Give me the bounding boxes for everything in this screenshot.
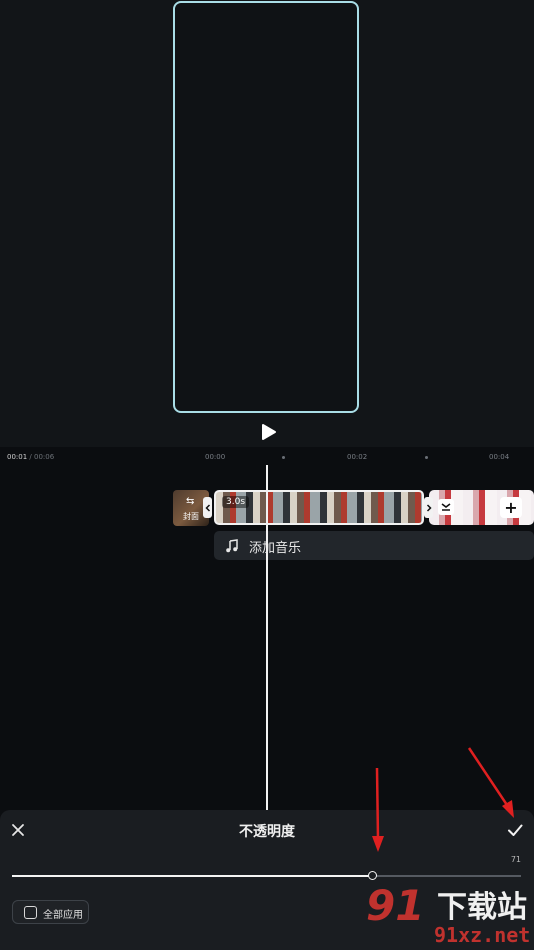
chevron-right-icon: [426, 503, 432, 512]
add-clip-button[interactable]: +: [500, 497, 522, 518]
check-icon[interactable]: [506, 821, 524, 839]
apply-all-button[interactable]: 全部应用: [12, 900, 89, 924]
ruler-tick: 00:04: [489, 453, 510, 461]
ruler-tick: 00:02: [347, 453, 368, 461]
time-readout: 00:01 / 00:06: [7, 453, 55, 461]
video-clip-selected[interactable]: 3.0s: [214, 490, 424, 525]
current-time: 00:01: [7, 453, 28, 461]
watermark-logo: 91: [366, 881, 425, 930]
apply-all-checkbox[interactable]: [24, 906, 37, 919]
clip-left-handle[interactable]: [203, 497, 212, 518]
site-watermark: 91 下载站 91xz.net: [360, 881, 534, 950]
total-time: 00:06: [34, 453, 55, 461]
clip-duration: 3.0s: [222, 496, 250, 508]
watermark-url: 91xz.net: [434, 923, 531, 947]
video-preview: [0, 0, 534, 447]
opacity-value: 71: [510, 855, 521, 864]
play-icon[interactable]: [258, 422, 278, 442]
watermark-text: 下载站: [437, 890, 527, 925]
opacity-slider-fill: [12, 875, 374, 877]
opacity-slider[interactable]: [12, 871, 521, 880]
add-music-label: 添加音乐: [249, 541, 302, 556]
ruler-tick: 00:00: [205, 453, 226, 461]
playhead[interactable]: [266, 465, 268, 810]
ruler-dot: [282, 456, 285, 459]
clip-right-handle[interactable]: [424, 497, 433, 518]
add-music-track[interactable]: 添加音乐: [214, 531, 534, 560]
ruler-dot: [425, 456, 428, 459]
opacity-slider-thumb[interactable]: [368, 871, 378, 880]
transition-icon[interactable]: [438, 499, 454, 515]
music-note-icon: [226, 539, 238, 553]
panel-title: 不透明度: [239, 824, 295, 840]
plus-icon: +: [504, 498, 518, 517]
cover-edit-icon: ⇆: [186, 496, 195, 507]
apply-all-label: 全部应用: [43, 910, 83, 921]
chevron-left-icon: [204, 503, 210, 512]
canvas-frame[interactable]: [173, 1, 359, 413]
